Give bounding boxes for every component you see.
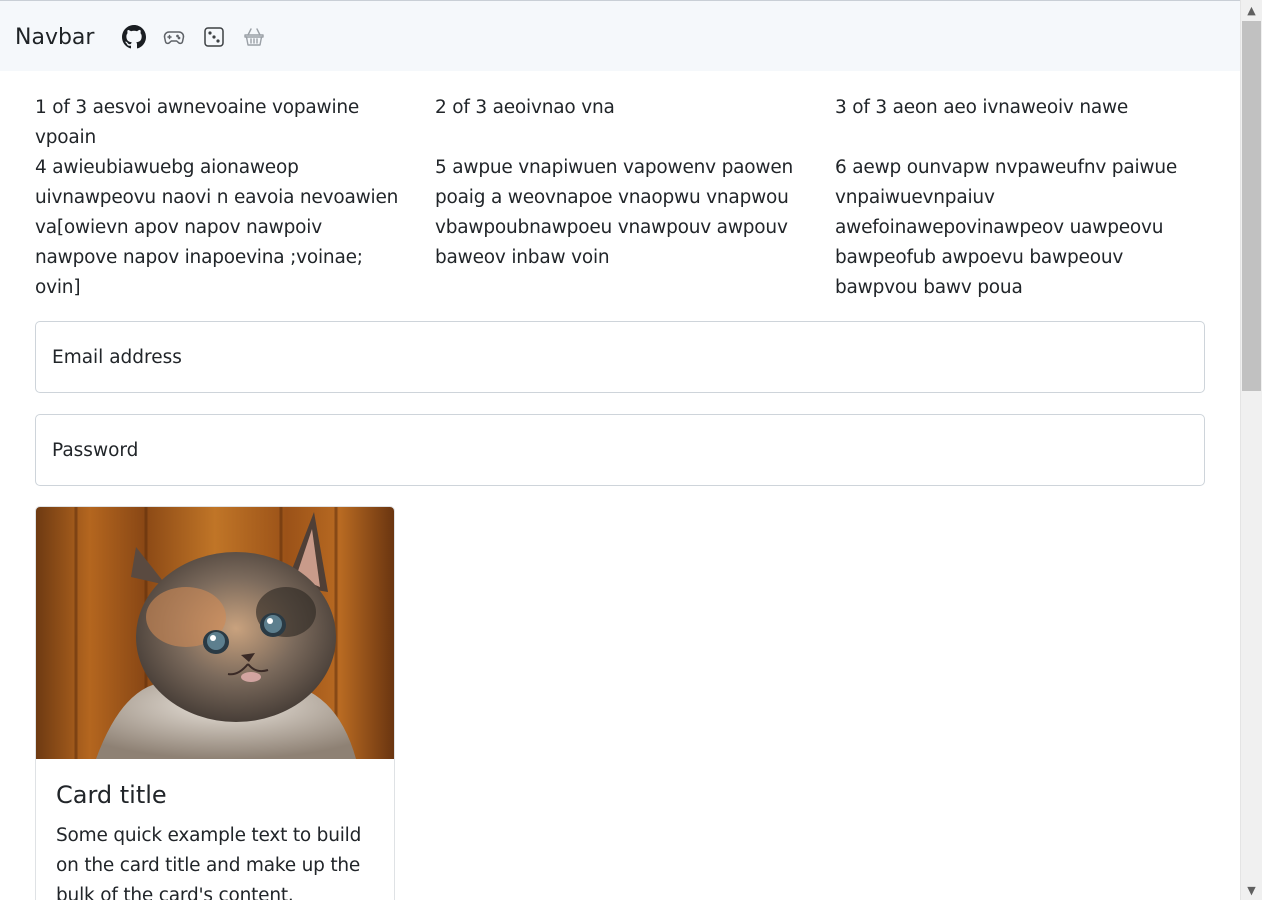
column-2: 2 of 3 aeoivnao vna 5 awpue vnapiwuen va… xyxy=(435,93,805,268)
column-2-line-2: 5 awpue vnapiwuen vapowenv paowen poaig … xyxy=(435,157,794,268)
github-icon[interactable] xyxy=(122,25,146,49)
column-1: 1 of 3 aesvoi awnevoaine vopawine vpoain… xyxy=(35,93,405,298)
card: Card title Some quick example text to bu… xyxy=(35,506,395,900)
column-1-line-1: 1 of 3 aesvoi awnevoaine vopawine vpoain xyxy=(35,97,360,148)
navbar-brand[interactable]: Navbar xyxy=(15,23,94,53)
scroll-down-icon[interactable]: ▼ xyxy=(1241,880,1262,900)
card-title: Card title xyxy=(56,781,167,809)
gamepad-icon[interactable] xyxy=(162,25,186,49)
column-3: 3 of 3 aeon aeo ivnaweoiv nawe 6 aewp ou… xyxy=(835,93,1205,298)
basket-icon[interactable] xyxy=(242,25,266,49)
column-1-line-2: 4 awieubiawuebg aionaweop uivnawpeovu na… xyxy=(35,157,399,298)
scroll-thumb[interactable] xyxy=(1242,21,1261,391)
password-field-wrapper xyxy=(35,414,1205,486)
email-field-wrapper xyxy=(35,321,1205,393)
email-field[interactable] xyxy=(36,322,1204,392)
vertical-scrollbar[interactable]: ▲ ▼ xyxy=(1240,0,1262,900)
dice-icon[interactable] xyxy=(202,25,226,49)
column-3-line-1: 3 of 3 aeon aeo ivnaweoiv nawe xyxy=(835,97,1129,118)
column-3-line-2: 6 aewp ounvapw nvpaweufnv paiwue vnpaiwu… xyxy=(835,157,1178,298)
page: Navbar 1 of 3 aesvoi awnevoaine vopawine… xyxy=(0,0,1240,900)
scroll-up-icon[interactable]: ▲ xyxy=(1241,0,1262,20)
card-text: Some quick example text to build on the … xyxy=(56,825,362,900)
password-field[interactable] xyxy=(36,415,1204,485)
card-image xyxy=(36,507,394,759)
column-2-line-1: 2 of 3 aeoivnao vna xyxy=(435,97,615,118)
navbar: Navbar xyxy=(0,0,1240,71)
